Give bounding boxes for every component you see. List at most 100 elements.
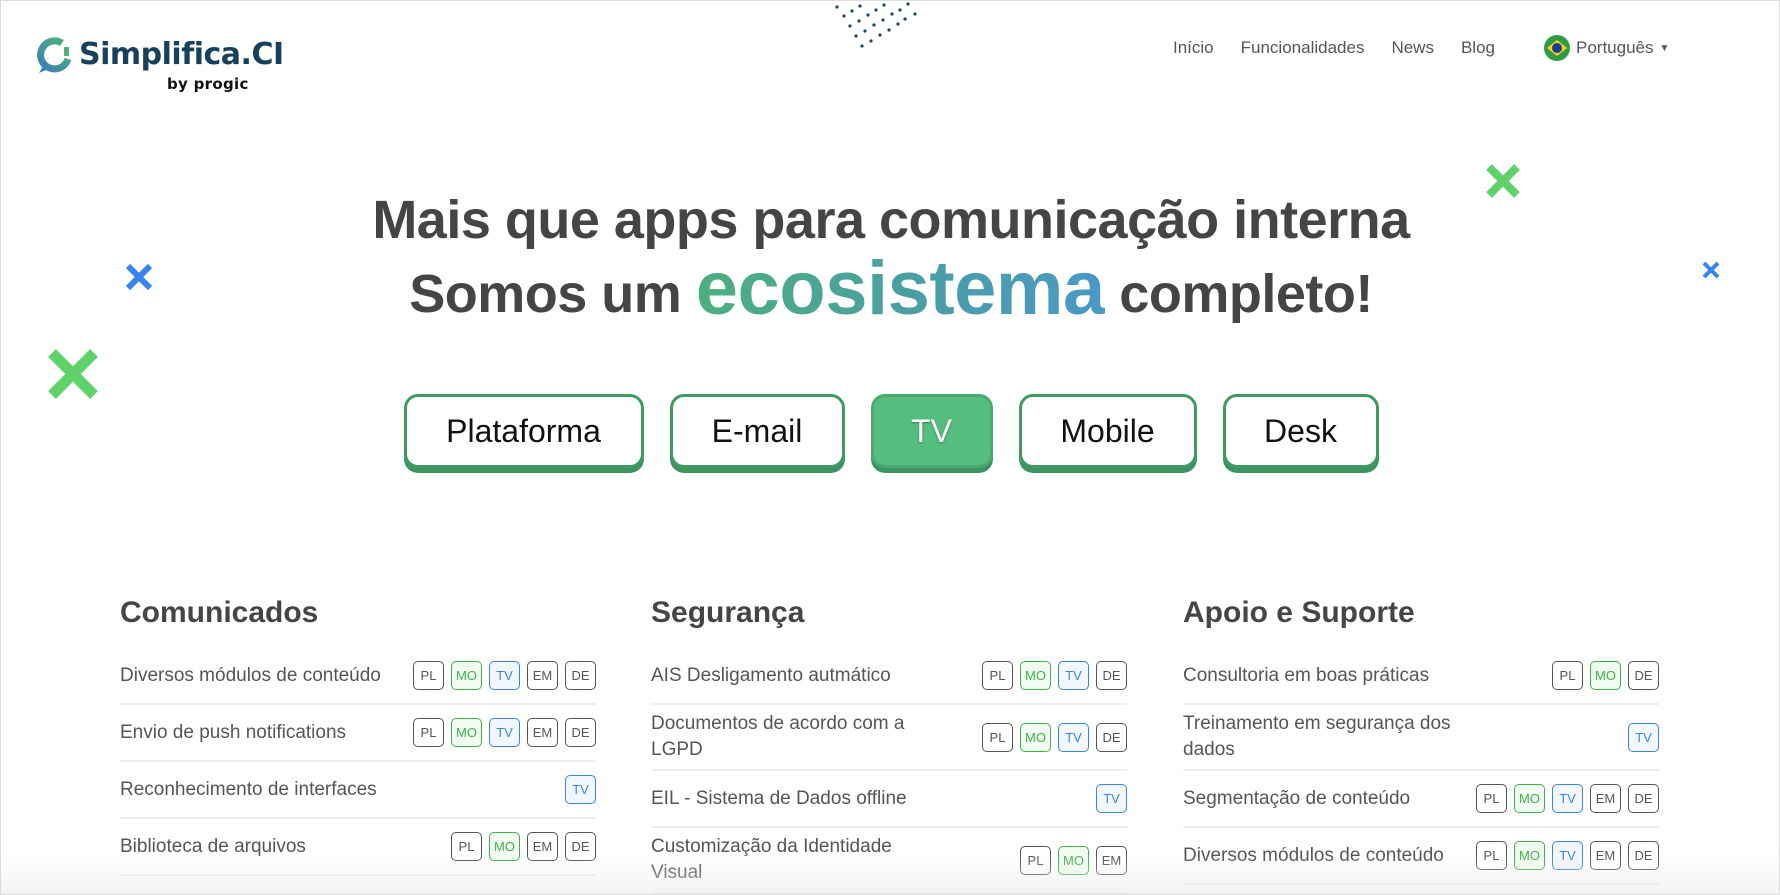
hero-line-2-pre: Somos um xyxy=(409,264,682,324)
feature-label: EIL - Sistema de Dados offline xyxy=(651,787,907,809)
badge-em: EM xyxy=(1096,845,1127,875)
badge-tv: TV xyxy=(489,661,520,690)
section-title: Comunicados xyxy=(120,596,319,629)
platform-badges: TV xyxy=(1096,784,1127,813)
tab-email[interactable]: E-mail xyxy=(669,394,845,468)
feature-row: Diversos módulos de conteúdo PL MO TV EM DE xyxy=(120,648,596,705)
badge-mo: MO xyxy=(1058,845,1089,875)
badge-tv: TV xyxy=(1096,784,1127,813)
badge-pl: PL xyxy=(451,832,482,861)
badge-de: DE xyxy=(1628,661,1659,690)
badge-de: DE xyxy=(1628,784,1659,813)
feature-label: Envio de push notifications xyxy=(120,721,347,743)
badge-mo: MO xyxy=(1590,661,1621,690)
badge-mo: MO xyxy=(1514,841,1545,870)
section-comunicados: Comunicados Diversos módulos de conteúdo P… xyxy=(120,596,596,876)
hero-highlight: ecosistema xyxy=(695,246,1106,331)
feature-row: Segmentação de conteúdo PL MO TV EM DE xyxy=(1183,771,1659,828)
feature-row: EIL - Sistema de Dados offline TV xyxy=(651,771,1127,828)
nav-inicio[interactable]: Início xyxy=(1173,38,1214,58)
language-label: Português xyxy=(1576,38,1654,57)
feature-row: AIS Desligamento autmático PL MO TV DE xyxy=(651,648,1127,705)
feature-row: Customização da Identidade Visual PL MO EM xyxy=(651,828,1127,894)
badge-tv: TV xyxy=(1552,841,1583,870)
badge-mo: MO xyxy=(1514,784,1545,813)
platform-badges: TV xyxy=(565,775,596,804)
badge-tv: TV xyxy=(1628,722,1659,752)
feature-label: AIS Desligamento autmático xyxy=(651,664,891,686)
feature-label: Treinamento em segurança dos dados xyxy=(1183,713,1451,760)
feature-label: Consultoria em boas práticas xyxy=(1183,664,1430,686)
feature-row: Envio de push notifications PL MO TV EM DE xyxy=(120,705,596,762)
badge-em: EM xyxy=(527,832,558,861)
section-title: Segurança xyxy=(651,596,805,629)
feature-label: Segmentação de conteúdo xyxy=(1183,787,1411,809)
caret-down-icon: ▼ xyxy=(1659,42,1670,54)
badge-de: DE xyxy=(565,661,596,690)
badge-tv: TV xyxy=(1552,784,1583,813)
platform-badges: PL MO EM xyxy=(1020,845,1127,875)
platform-badges: PL MO TV DE xyxy=(982,661,1127,690)
platform-badges: PL MO TV DE xyxy=(982,722,1127,752)
platform-badges: TV xyxy=(1628,722,1659,752)
language-selector[interactable]: Português ▼ xyxy=(1544,35,1669,61)
badge-mo: MO xyxy=(1020,661,1051,690)
badge-pl: PL xyxy=(413,661,444,690)
feature-label: Documentos de acordo com a LGPD xyxy=(651,713,905,760)
feature-row: Reconhecimento de interfaces TV xyxy=(120,762,596,819)
badge-em: EM xyxy=(527,718,558,747)
hero-line-2: Somos um ecosistema completo! xyxy=(1,245,1780,332)
feature-row: Biblioteca de arquivos PL MO EM DE xyxy=(120,819,596,876)
brazil-flag-icon xyxy=(1544,35,1570,61)
feature-label: Reconhecimento de interfaces xyxy=(120,778,377,800)
hero-line-1: Mais que apps para comunicação interna xyxy=(372,190,1410,250)
platform-badges: PL MO DE xyxy=(1552,661,1659,690)
platform-badges: PL MO TV EM DE xyxy=(413,661,596,690)
tab-plataforma[interactable]: Plataforma xyxy=(403,394,644,468)
logo-mark-icon xyxy=(37,37,72,73)
brand-name: Simplifica.CI xyxy=(79,37,284,72)
badge-em: EM xyxy=(1590,841,1621,870)
badge-pl: PL xyxy=(1552,661,1583,690)
logo[interactable]: Simplifica.CI xyxy=(35,35,284,75)
badge-tv: TV xyxy=(1058,722,1089,752)
section-apoio-suporte: Apoio e Suporte Consultoria em boas práti… xyxy=(1183,596,1659,885)
badge-mo: MO xyxy=(1020,722,1051,752)
hero-line-2-post: completo! xyxy=(1119,264,1373,324)
feature-row: Diversos módulos de conteúdo PL MO TV EM DE xyxy=(1183,828,1659,885)
nav-news[interactable]: News xyxy=(1391,38,1434,58)
feature-label: Customização da Identidade Visual xyxy=(651,836,892,883)
badge-de: DE xyxy=(1628,841,1659,870)
nav-funcionalidades[interactable]: Funcionalidades xyxy=(1241,38,1365,58)
tab-desk[interactable]: Desk xyxy=(1222,394,1379,468)
badge-de: DE xyxy=(565,718,596,747)
feature-row: Documentos de acordo com a LGPD PL MO TV DE xyxy=(651,705,1127,771)
brand-sub: by progic xyxy=(167,75,249,93)
tab-tv[interactable]: TV xyxy=(870,394,993,468)
platform-badges: PL MO TV EM DE xyxy=(1476,841,1659,870)
badge-pl: PL xyxy=(1476,841,1507,870)
feature-row: Consultoria em boas práticas PL MO DE xyxy=(1183,648,1659,705)
badge-pl: PL xyxy=(982,722,1013,752)
badge-em: EM xyxy=(1590,784,1621,813)
badge-de: DE xyxy=(565,832,596,861)
section-title: Apoio e Suporte xyxy=(1183,596,1415,629)
badge-em: EM xyxy=(527,661,558,690)
badge-mo: MO xyxy=(489,832,520,861)
nav-blog[interactable]: Blog xyxy=(1461,38,1495,58)
feature-row: Treinamento em segurança dos dados TV xyxy=(1183,705,1659,771)
product-tabs: Plataforma E-mail TV Mobile Desk xyxy=(1,394,1780,468)
feature-label: Diversos módulos de conteúdo xyxy=(1183,844,1444,866)
badge-tv: TV xyxy=(489,718,520,747)
platform-badges: PL MO EM DE xyxy=(451,832,596,861)
badge-pl: PL xyxy=(1476,784,1507,813)
badge-pl: PL xyxy=(1020,845,1051,875)
badge-de: DE xyxy=(1096,661,1127,690)
badge-tv: TV xyxy=(1058,661,1089,690)
tab-mobile[interactable]: Mobile xyxy=(1018,394,1197,468)
feature-label: Biblioteca de arquivos xyxy=(120,835,306,857)
badge-mo: MO xyxy=(451,661,482,690)
section-seguranca: Segurança AIS Desligamento autmático PL MO T… xyxy=(651,596,1127,894)
badge-tv: TV xyxy=(565,775,596,804)
main-nav: Início Funcionalidades News Blog Portugu… xyxy=(1173,35,1669,61)
